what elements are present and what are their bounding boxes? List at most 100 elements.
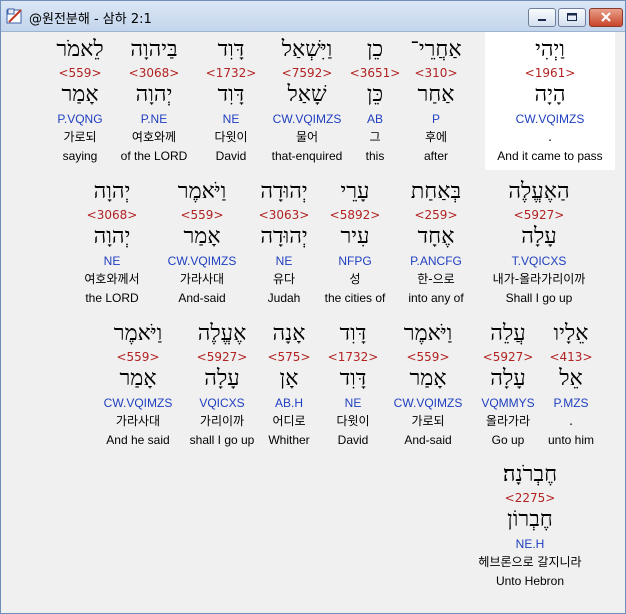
- strong-number[interactable]: <559>: [384, 349, 472, 365]
- interlinear-panel[interactable]: וַיְהִי <1961> הָיָה CW.VQIMZS. And it came …: [5, 32, 615, 607]
- word-cell[interactable]: יְהוָה <3068> יְהוָה NE 여호와께서 the LORD: [70, 174, 154, 312]
- hebrew-word: אַחֲרֵי־: [410, 37, 462, 62]
- strong-number[interactable]: <1961>: [485, 65, 615, 81]
- word-cell[interactable]: אֵלָיו <413> אֵל P.MZS. unto him: [534, 316, 608, 454]
- word-cell[interactable]: דָּוִד <1732> דָּוִד NE 다윗이 David: [198, 32, 264, 170]
- strong-number[interactable]: <5892>: [315, 207, 395, 223]
- word-cell[interactable]: וַיֹּאמֶר <559> אָמַר CW.VQIMZS 가라사대 And-said: [158, 174, 246, 312]
- hebrew-word: וַיֹּאמֶר: [113, 321, 163, 346]
- hebrew-word: וַיֹּאמֶר: [403, 321, 453, 346]
- word-cell[interactable]: לֵאמֹר <559> אָמַר P.VQNG 가로되 saying: [45, 32, 115, 170]
- english-gloss: the LORD: [85, 291, 139, 305]
- lexical-form: עָלָה: [521, 224, 557, 249]
- morphology-code: P.VQNG: [57, 112, 103, 126]
- hebrew-word: וַיֹּאמֶר: [177, 179, 227, 204]
- hebrew-word: הַאֶעֱלֶה: [508, 179, 570, 204]
- korean-gloss: 다윗이: [214, 130, 248, 144]
- word-cell[interactable]: וַיִּשְׁאַל <7592> שָׁאַל CW.VQIMZS 물어 that-e…: [265, 32, 349, 170]
- strong-number[interactable]: <1732>: [198, 65, 264, 81]
- lexical-form: שָׁאַל: [287, 82, 327, 107]
- word-cell[interactable]: וַיֹּאמֶר <559> אָמַר CW.VQIMZS 가라사대 And he s…: [94, 316, 182, 454]
- korean-gloss: 내가-올라가리이까: [492, 272, 586, 286]
- lexical-form: יְהוּדָה: [260, 224, 308, 249]
- korean-gloss: 한-으로: [417, 272, 455, 286]
- lexical-form: עָלָה: [204, 366, 240, 391]
- korean-gloss: 여호와께서: [84, 272, 140, 286]
- strong-number[interactable]: <3068>: [114, 65, 194, 81]
- word-cell[interactable]: יְהוּדָה <3063> יְהוּדָה NE 유다 Judah: [249, 174, 319, 312]
- word-cell[interactable]: כֵן <3651> כֵּן AB 그 this: [347, 32, 403, 170]
- strong-number[interactable]: <5927>: [475, 207, 603, 223]
- strong-number[interactable]: <310>: [402, 65, 470, 81]
- minimize-icon: [538, 19, 546, 21]
- hebrew-word: אֵלָיו: [553, 321, 589, 346]
- korean-gloss: 물어: [295, 130, 319, 144]
- strong-number[interactable]: <413>: [534, 349, 608, 365]
- korean-gloss: 후에: [424, 130, 448, 144]
- word-cell[interactable]: אַחֲרֵי־ <310> אַחַר P 후에 after: [402, 32, 470, 170]
- strong-number[interactable]: <1732>: [321, 349, 385, 365]
- lexical-form: כֵּן: [366, 82, 384, 107]
- word-cell[interactable]: עֲלֵה <5927> עָלָה VQMMYS 올라가라 Go up: [472, 316, 544, 454]
- morphology-code: CW.VQIMZS: [167, 254, 237, 268]
- morphology-code: VQICXS: [199, 396, 245, 410]
- word-cell[interactable]: הַאֶעֱלֶה <5927> עָלָה T.VQICXS 내가-올라가리이까 Sha…: [475, 174, 603, 312]
- strong-number[interactable]: <559>: [158, 207, 246, 223]
- hebrew-word: דָּוִד: [339, 321, 367, 346]
- hebrew-word: כֵן: [366, 37, 384, 62]
- hebrew-word: בַּיהוָה: [130, 37, 178, 62]
- word-cell[interactable]: בְּאַחַת <259> אֶחָד P.ANCFG 한-으로 into any of: [401, 174, 471, 312]
- morphology-code: P.ANCFG: [410, 254, 462, 268]
- lexical-form: יְהוָה: [93, 224, 131, 249]
- strong-number[interactable]: <7592>: [265, 65, 349, 81]
- korean-gloss: 가라사대: [115, 414, 161, 428]
- scroll-area[interactable]: [615, 32, 623, 607]
- english-gloss: into any of: [408, 291, 464, 305]
- korean-gloss: 성: [349, 272, 361, 286]
- strong-number[interactable]: <559>: [45, 65, 115, 81]
- english-gloss: that-enquired: [271, 149, 343, 163]
- word-cell[interactable]: וַיְהִי <1961> הָיָה CW.VQIMZS. And it came …: [485, 32, 615, 170]
- close-button[interactable]: [589, 8, 623, 27]
- strong-number[interactable]: <3063>: [249, 207, 319, 223]
- morphology-code: NFPG: [338, 254, 372, 268]
- hebrew-word: חֶבְרֹנָה׃: [502, 462, 558, 487]
- strong-number[interactable]: <259>: [401, 207, 471, 223]
- korean-gloss: .: [548, 130, 552, 144]
- korean-gloss: 가로되: [411, 414, 445, 428]
- strong-number[interactable]: <559>: [94, 349, 182, 365]
- minimize-button[interactable]: [528, 8, 556, 27]
- strong-number[interactable]: <2275>: [460, 490, 600, 506]
- lexical-form: עִיר: [340, 224, 370, 249]
- hebrew-word: יְהוּדָה: [260, 179, 308, 204]
- word-cell[interactable]: בַּיהוָה <3068> יְהוָה P.NE 여호와께 of the LORD: [114, 32, 194, 170]
- lexical-form: אָמַר: [409, 366, 447, 391]
- window-title: @원전분해 - 삼하 2:1: [29, 12, 152, 27]
- korean-gloss: 가라사대: [179, 272, 225, 286]
- word-cell[interactable]: חֶבְרֹנָה׃ <2275> חֶבְרוֹן NE.H 헤브론으로 갈지니라 Un…: [460, 457, 600, 595]
- word-cell[interactable]: דָּוִד <1732> דָּוִד NE 다윗이 David: [321, 316, 385, 454]
- hebrew-word: וַיִּשְׁאַל: [281, 37, 333, 62]
- english-gloss: the cities of: [324, 291, 386, 305]
- word-cell[interactable]: עָרֵי <5892> עִיר NFPG 성 the cities of: [315, 174, 395, 312]
- english-gloss: And-said: [404, 433, 452, 447]
- app-window: @원전분해 - 삼하 2:1 וַיְהִי <1961> הָיָה CW.VQIM…: [0, 0, 626, 614]
- morphology-code: NE: [275, 254, 293, 268]
- morphology-code: P.NE: [140, 112, 168, 126]
- strong-number[interactable]: <3651>: [347, 65, 403, 81]
- strong-number[interactable]: <3068>: [70, 207, 154, 223]
- strong-number[interactable]: <5927>: [176, 349, 268, 365]
- hebrew-word: בְּאַחַת: [410, 179, 462, 204]
- lexical-form: דָּוִד: [217, 82, 245, 107]
- word-cell[interactable]: אֶעֱלֶה <5927> עָלָה VQICXS 가리이까 shall I go u…: [176, 316, 268, 454]
- word-cell[interactable]: וַיֹּאמֶר <559> אָמַר CW.VQIMZS 가로되 And-said: [384, 316, 472, 454]
- maximize-button[interactable]: [558, 8, 586, 27]
- hebrew-word: יְהוָה: [93, 179, 131, 204]
- morphology-code: CW.VQIMZS: [515, 112, 585, 126]
- english-gloss: Unto Hebron: [495, 574, 565, 588]
- lexical-form: אַחַר: [417, 82, 455, 107]
- strong-number[interactable]: <5927>: [472, 349, 544, 365]
- lexical-form: אָמַר: [61, 82, 99, 107]
- english-gloss: David: [215, 149, 247, 163]
- title-bar[interactable]: @원전분해 - 삼하 2:1: [1, 1, 625, 32]
